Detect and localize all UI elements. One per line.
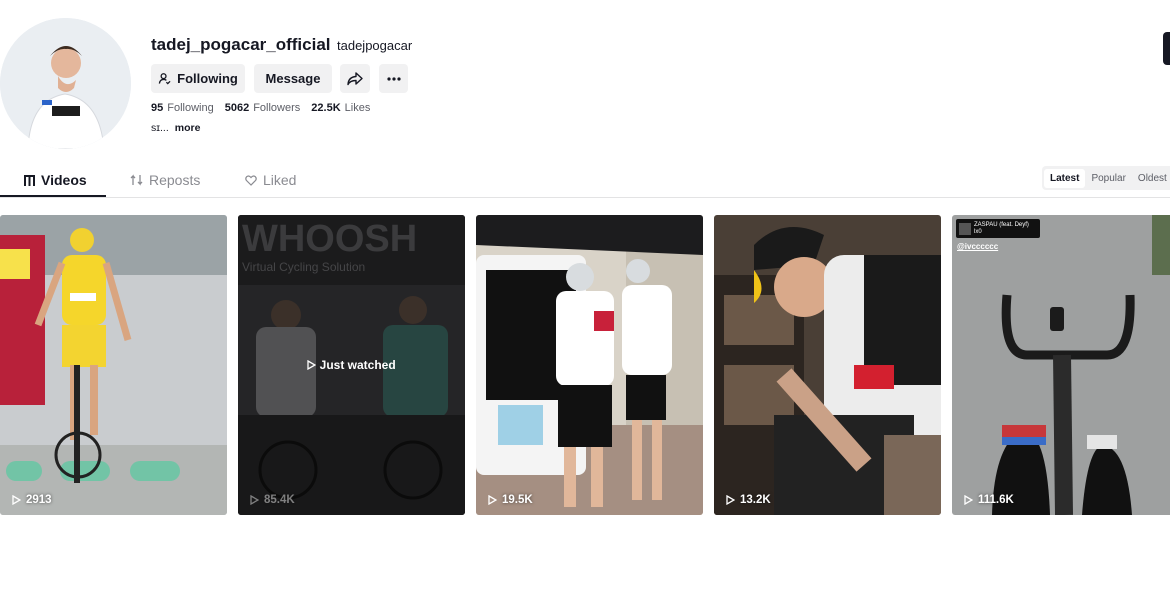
heart-lock-icon — [245, 174, 257, 186]
play-icon — [964, 495, 973, 505]
message-button[interactable]: Message — [254, 64, 332, 93]
active-tab-indicator — [0, 195, 106, 197]
following-stat[interactable]: 95 Following — [151, 102, 214, 114]
video-thumbnail — [952, 215, 1170, 515]
music-tag: ZASPAU (feat. Deyf) lx0 — [956, 219, 1040, 238]
profile-bio: sɪ... more — [151, 122, 200, 134]
likes-count: 22.5K — [311, 102, 341, 114]
video-thumbnail — [714, 215, 941, 515]
user-check-icon — [158, 72, 171, 85]
profile-stats: 95 Following 5062 Followers 22.5K Likes — [151, 102, 370, 114]
play-icon — [307, 359, 317, 373]
sort-oldest[interactable]: Oldest — [1132, 169, 1170, 188]
view-count-label: 19.5K — [502, 494, 533, 506]
likes-label: Likes — [344, 102, 371, 114]
share-icon — [347, 71, 363, 86]
view-count: 13.2K — [726, 494, 771, 506]
message-button-label: Message — [265, 71, 321, 86]
video-card[interactable]: 2913 — [0, 215, 227, 515]
sort-latest[interactable]: Latest — [1044, 168, 1086, 188]
tab-liked-label: Liked — [263, 172, 297, 188]
just-watched-overlay: Just watched — [238, 358, 465, 373]
following-count: 95 — [151, 102, 164, 114]
view-count-label: 2913 — [26, 494, 52, 506]
profile-tabs: Videos Reposts Liked — [0, 166, 1170, 198]
tab-liked[interactable]: Liked — [245, 172, 296, 188]
play-icon — [488, 495, 497, 505]
tab-videos-label: Videos — [41, 172, 87, 188]
profile-nickname: tadejpogacar — [337, 38, 413, 53]
tab-reposts[interactable]: Reposts — [130, 172, 200, 188]
play-icon — [12, 495, 21, 505]
bio-text: sɪ... — [151, 122, 169, 134]
ellipsis-icon — [386, 76, 401, 81]
sort-popular[interactable]: Popular — [1085, 169, 1131, 188]
likes-stat: 22.5K Likes — [311, 102, 370, 114]
more-options-button[interactable] — [379, 64, 408, 93]
following-button-label: Following — [177, 71, 238, 86]
album-art-icon — [959, 222, 971, 235]
followers-count: 5062 — [224, 102, 250, 114]
tab-videos[interactable]: Videos — [24, 172, 87, 188]
video-card[interactable]: 19.5K — [476, 215, 703, 515]
following-label: Following — [167, 102, 214, 114]
following-button[interactable]: Following — [151, 64, 245, 93]
view-count-label: 111.6K — [978, 494, 1014, 506]
video-card[interactable]: 13.2K — [714, 215, 941, 515]
play-icon — [726, 495, 735, 505]
just-watched-label: Just watched — [319, 358, 396, 372]
followers-stat[interactable]: 5062 Followers — [225, 102, 301, 114]
video-card[interactable]: WHOOSH Virtual Cycling Solution Just wat… — [238, 215, 465, 515]
tab-reposts-label: Reposts — [149, 172, 201, 188]
play-icon — [250, 495, 259, 505]
music-subtitle: lx0 — [974, 228, 982, 235]
video-card[interactable]: ZASPAU (feat. Deyf) lx0 @ivcccccc 111.6K — [952, 215, 1170, 515]
repost-icon — [130, 174, 143, 186]
followers-label: Followers — [253, 102, 301, 114]
grid-icon — [24, 174, 35, 186]
sort-toggle: Latest Popular Oldest — [1042, 166, 1170, 190]
profile-avatar[interactable] — [0, 18, 131, 149]
bio-more-link[interactable]: more — [175, 122, 201, 134]
view-count: 2913 — [12, 494, 52, 506]
share-button[interactable] — [340, 64, 370, 93]
view-count: 111.6K — [964, 494, 1014, 506]
view-count-label: 85.4K — [264, 494, 295, 506]
edge-action-button[interactable] — [1163, 32, 1170, 65]
view-count-label: 13.2K — [740, 494, 771, 506]
music-title: ZASPAU (feat. Deyf) — [974, 221, 1029, 228]
video-thumbnail — [0, 215, 227, 515]
video-thumbnail — [476, 215, 703, 515]
mention-handle: @ivcccccc — [957, 242, 999, 251]
view-count: 19.5K — [488, 494, 533, 506]
view-count: 85.4K — [250, 494, 295, 506]
profile-username: tadej_pogacar_official — [151, 35, 331, 54]
